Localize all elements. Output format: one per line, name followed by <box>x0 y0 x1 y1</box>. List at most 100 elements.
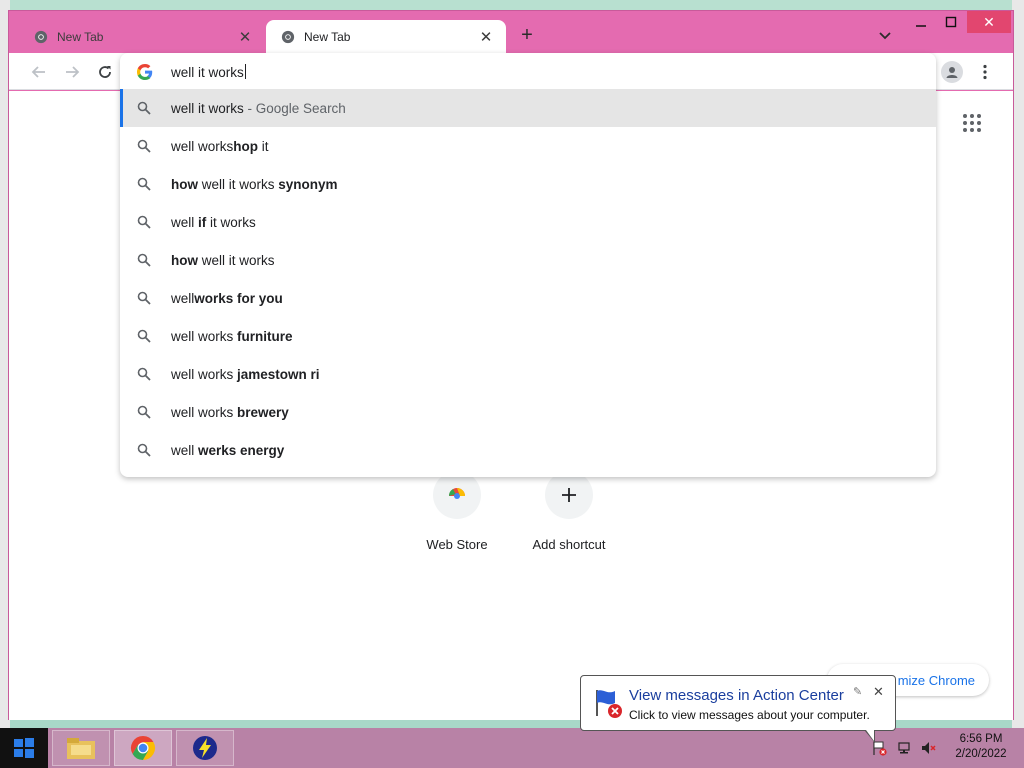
taskbar-chrome-icon[interactable] <box>114 730 172 766</box>
forward-arrow-icon[interactable] <box>60 60 84 84</box>
suggestion-fragment: it <box>258 138 269 154</box>
suggestion-fragment: well it works <box>198 252 275 268</box>
omnibox-dropdown: well it works well it works - Google Sea… <box>120 53 936 477</box>
suggestion-fragment: well <box>171 214 199 230</box>
text-caret <box>244 64 246 79</box>
minimize-icon[interactable] <box>907 11 935 33</box>
suggestion-text: how well it works synonym <box>171 177 338 192</box>
suggestion-fragment: well it works <box>198 176 279 192</box>
suggestion-match-bold: werks energy <box>198 442 285 458</box>
plus-icon <box>545 471 593 519</box>
suggestion-fragment: well works <box>171 328 238 344</box>
suggestion-text: how well it works <box>171 253 275 268</box>
profile-avatar-icon[interactable] <box>941 61 963 83</box>
omnibox-suggestion[interactable]: how well it works synonym <box>120 165 936 203</box>
search-icon <box>137 329 151 343</box>
suggestion-fragment: well it works <box>171 100 244 116</box>
customize-chrome-label: mize Chrome <box>897 672 975 688</box>
shortcut-add[interactable]: Add shortcut <box>524 471 614 552</box>
suggestion-fragment: well <box>171 290 195 306</box>
omnibox-suggestion[interactable]: well works jamestown ri <box>120 355 936 393</box>
suggestion-match-bold: jamestown ri <box>237 366 320 382</box>
suggestion-fragment: well works <box>171 404 238 420</box>
search-icon <box>137 367 151 381</box>
clock-date: 2/20/2022 <box>955 748 1007 760</box>
omnibox-suggestion[interactable]: wellworks for you <box>120 279 936 317</box>
start-windows-icon[interactable] <box>0 728 48 768</box>
suggestion-text: well works furniture <box>171 329 293 344</box>
google-apps-grid-icon[interactable] <box>962 113 982 133</box>
window-close-icon[interactable]: ✕ <box>967 11 1011 33</box>
suggestion-match-bold: furniture <box>237 328 293 344</box>
search-icon <box>137 139 151 153</box>
suggestion-list: well it works - Google Search well worksh… <box>120 89 936 469</box>
suggestion-fragment: it works <box>206 214 256 230</box>
suggestion-text: well works brewery <box>171 405 289 420</box>
suggestion-text: wellworks for you <box>171 291 283 306</box>
suggestion-fragment: well works <box>171 138 234 154</box>
suggestion-match-bold: brewery <box>237 404 289 420</box>
suggestion-fragment: well works <box>171 366 238 382</box>
tab-strip: New Tab ✕ New Tab ✕ + ✕ <box>9 11 1013 53</box>
omnibox-suggestion[interactable]: well it works - Google Search <box>120 89 936 127</box>
search-icon <box>137 215 151 229</box>
tab-new-tab-1[interactable]: New Tab ✕ <box>19 20 265 53</box>
suggestion-match-bold: how <box>171 176 198 192</box>
balloon-tail-inner <box>866 730 874 741</box>
tab-close-icon[interactable]: ✕ <box>237 29 253 46</box>
tab-new-tab-2[interactable]: New Tab ✕ <box>266 20 506 53</box>
taskbar-clock[interactable]: 6:56 PM 2/20/2022 <box>948 732 1014 762</box>
suggestion-match-bold: synonym <box>278 176 338 192</box>
search-icon <box>137 291 151 305</box>
notification-text: Click to view messages about your comput… <box>629 708 870 722</box>
tab-close-icon[interactable]: ✕ <box>478 29 494 46</box>
kebab-menu-icon[interactable] <box>975 61 995 83</box>
tab-title: New Tab <box>57 29 104 44</box>
action-center-notification[interactable]: View messages in Action Center Click to … <box>580 675 896 743</box>
suggestion-match-bold: works for you <box>194 290 283 306</box>
shortcut-label: Add shortcut <box>532 537 606 552</box>
chrome-favicon-icon <box>280 29 296 45</box>
search-icon <box>137 405 151 419</box>
omnibox-input[interactable]: well it works <box>120 53 936 90</box>
desktop-background <box>0 0 1024 10</box>
chrome-favicon-icon <box>33 29 49 45</box>
shortcut-label: Web Store <box>426 537 488 552</box>
notification-options-icon[interactable]: ✎ <box>853 685 865 698</box>
suggestion-suffix: - Google Search <box>243 100 346 116</box>
suggestion-fragment: well <box>171 442 199 458</box>
tab-search-chevron-down-icon[interactable] <box>875 25 895 45</box>
reload-icon[interactable] <box>93 60 117 84</box>
google-g-icon <box>137 64 153 80</box>
suggestion-text: well it works - Google Search <box>171 101 346 116</box>
new-tab-plus-icon[interactable]: + <box>515 24 539 48</box>
chrome-web-store-icon <box>433 471 481 519</box>
search-icon <box>137 253 151 267</box>
omnibox-suggestion[interactable]: well werks energy <box>120 431 936 469</box>
search-icon <box>137 177 151 191</box>
suggestion-text: well workshop it <box>171 139 269 154</box>
tray-volume-muted-icon[interactable] <box>921 728 939 768</box>
omnibox-suggestion[interactable]: how well it works <box>120 241 936 279</box>
search-icon <box>137 443 151 457</box>
shortcut-web-store[interactable]: Web Store <box>412 471 502 552</box>
action-center-flag-icon <box>591 686 625 720</box>
suggestion-match-bold: how <box>171 252 198 268</box>
omnibox-suggestion[interactable]: well if it works <box>120 203 936 241</box>
taskbar-lightning-app-icon[interactable] <box>176 730 234 766</box>
notification-close-icon[interactable]: ✕ <box>873 684 887 699</box>
omnibox-suggestion[interactable]: well workshop it <box>120 127 936 165</box>
suggestion-match-bold: hop <box>233 138 259 154</box>
taskbar-file-explorer-icon[interactable] <box>52 730 110 766</box>
suggestion-text: well werks energy <box>171 443 284 458</box>
back-arrow-icon[interactable] <box>27 60 51 84</box>
omnibox-suggestion[interactable]: well works furniture <box>120 317 936 355</box>
search-icon <box>137 101 151 115</box>
suggestion-text: well if it works <box>171 215 256 230</box>
tray-network-icon[interactable] <box>897 728 915 768</box>
maximize-icon[interactable] <box>937 11 965 33</box>
clock-time: 6:56 PM <box>959 733 1003 745</box>
omnibox-text: well it works <box>171 65 244 80</box>
tab-title: New Tab <box>304 29 351 44</box>
omnibox-suggestion[interactable]: well works brewery <box>120 393 936 431</box>
